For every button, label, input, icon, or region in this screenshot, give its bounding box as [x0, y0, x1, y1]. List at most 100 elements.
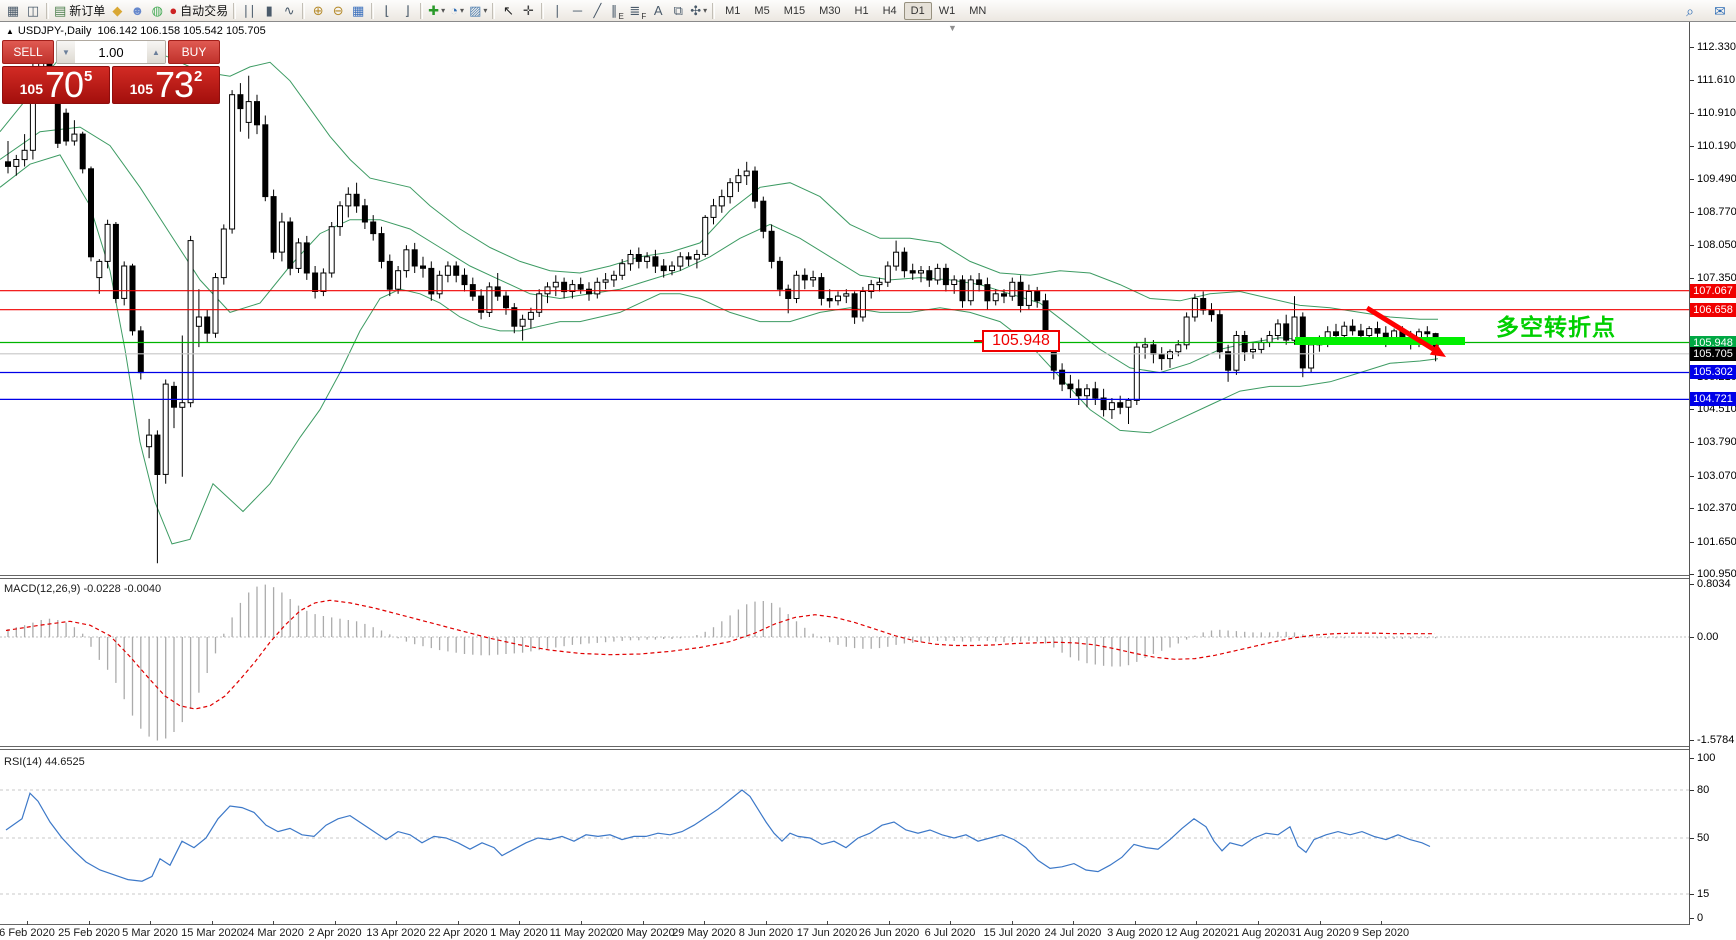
arrows-icon[interactable]: ✣▾ [688, 1, 709, 21]
chat-icon[interactable]: ✉ [1710, 1, 1730, 21]
annotation-text[interactable]: 多空转折点 [1496, 308, 1616, 342]
candle-body [246, 102, 251, 123]
candle-body [263, 125, 268, 197]
candle-body [271, 197, 276, 253]
candle-body [877, 282, 882, 284]
toolbar-separator [492, 3, 495, 19]
candle-body [910, 271, 915, 273]
chevron-down-icon[interactable]: ▾ [483, 6, 487, 15]
chart-shift-icon[interactable]: ▼ [948, 23, 957, 33]
bar-chart-icon[interactable]: ∣∣ [239, 1, 259, 21]
volume-input[interactable]: 1.00 [75, 41, 147, 63]
candle-body [1275, 324, 1280, 336]
timeframe-mn[interactable]: MN [962, 2, 993, 20]
candle-body [703, 217, 708, 254]
charts-grid-icon[interactable]: ▦ [3, 1, 23, 21]
timeframe-m30[interactable]: M30 [812, 2, 847, 20]
zoom-in-icon[interactable]: ⊕ [308, 1, 328, 21]
pane-separator[interactable] [0, 575, 1689, 576]
chevron-down-icon[interactable]: ▾ [460, 6, 464, 15]
timeframe-h4[interactable]: H4 [876, 2, 904, 20]
pane-separator[interactable] [0, 749, 1689, 750]
candle-body [993, 294, 998, 301]
candle-body [686, 257, 691, 259]
pane-separator[interactable] [0, 746, 1689, 747]
text-label-icon[interactable]: ⧉ [668, 1, 688, 21]
price-tick [1690, 574, 1694, 575]
arrows-icon: ✣ [690, 4, 701, 17]
candle-body [1309, 345, 1314, 368]
line-chart-icon[interactable]: ∿ [279, 1, 299, 21]
cascade-icon[interactable]: ⌋ [397, 1, 417, 21]
timeframe-h1[interactable]: H1 [848, 2, 876, 20]
auto-arrange-icon[interactable]: ⌊ [377, 1, 397, 21]
price-tick [1690, 212, 1694, 213]
macd-indicator-chart [0, 578, 1689, 746]
volume-increase-button[interactable]: ▲ [147, 41, 165, 63]
buy-button[interactable]: BUY [168, 40, 220, 64]
candlestick-chart-icon[interactable]: ▮ [259, 1, 279, 21]
sell-price-display[interactable]: 105705 [2, 66, 110, 104]
vertical-line-icon[interactable]: ∣ [547, 1, 567, 21]
cursor-icon: ↖ [503, 4, 514, 17]
candle-body [313, 273, 318, 292]
signal-icon[interactable]: ◍ [147, 1, 167, 21]
rsi-line [6, 790, 1430, 881]
main-price-chart [0, 22, 1689, 575]
candle-body [321, 273, 326, 292]
cursor-icon[interactable]: ↖ [498, 1, 518, 21]
crosshair-icon[interactable]: ✛ [518, 1, 538, 21]
new-chart-icon[interactable]: ✚▾ [426, 1, 447, 21]
timeframe-m1[interactable]: M1 [718, 2, 747, 20]
price-tick [1690, 80, 1694, 81]
time-axis-line [0, 924, 1689, 925]
templates-icon[interactable]: ▨▾ [467, 1, 489, 21]
metaeditor-icon[interactable]: ◆ [107, 1, 127, 21]
rsi-indicator-chart [0, 751, 1689, 924]
periods-icon[interactable]: ◔▾ [447, 1, 467, 21]
timeframe-m5[interactable]: M5 [747, 2, 776, 20]
toolbar-separator [712, 3, 715, 19]
price-label-box[interactable]: 105.948 [982, 330, 1060, 352]
timeframe-w1[interactable]: W1 [932, 2, 963, 20]
chevron-down-icon[interactable]: ▾ [441, 6, 445, 15]
price-badge-106.658: 106.658 [1690, 303, 1736, 317]
candle-body [1259, 343, 1264, 350]
zoom-out-icon[interactable]: ⊖ [328, 1, 348, 21]
horizontal-line-icon[interactable]: ─ [567, 1, 587, 21]
candle-body [1292, 317, 1297, 340]
candle-body [371, 222, 376, 234]
candle-body [221, 229, 226, 278]
autotrading-button[interactable]: ●自动交易 [167, 1, 230, 21]
timeframe-d1[interactable]: D1 [904, 2, 932, 20]
volume-stepper: ▼ 1.00 ▲ [56, 40, 166, 64]
search-icon[interactable]: ⌕ [1680, 1, 1700, 21]
fibonacci-icon[interactable]: ≣F [627, 1, 648, 21]
new-order-button[interactable]: ▤新订单 [52, 1, 107, 21]
candle-body [587, 289, 592, 294]
tile-windows-icon[interactable]: ▦ [348, 1, 368, 21]
publisher-icon[interactable]: ☻ [127, 1, 147, 21]
collapse-icon[interactable]: ▲ [6, 27, 14, 36]
candle-body [919, 271, 924, 273]
text-icon[interactable]: A [648, 1, 668, 21]
candle-body [6, 162, 11, 167]
market-watch-icon[interactable]: ◫ [23, 1, 43, 21]
support-zone-bar[interactable] [1295, 337, 1465, 345]
price-tick [1690, 113, 1694, 114]
signal-icon: ◍ [152, 4, 163, 17]
trendline-icon[interactable]: ╱ [587, 1, 607, 21]
volume-decrease-button[interactable]: ▼ [57, 41, 75, 63]
channel-icon[interactable]: ∥E [607, 1, 627, 21]
text-icon: A [654, 4, 663, 17]
buy-price-display[interactable]: 105732 [112, 66, 220, 104]
new-chart-icon: ✚ [428, 4, 439, 17]
price-tick [1690, 278, 1694, 279]
price-tick-label: 111.610 [1697, 74, 1735, 86]
chevron-down-icon[interactable]: ▾ [703, 6, 707, 15]
sell-button[interactable]: SELL [2, 40, 54, 64]
time-tick [581, 921, 582, 925]
pane-separator[interactable] [0, 578, 1689, 579]
price-tick [1690, 47, 1694, 48]
timeframe-m15[interactable]: M15 [777, 2, 812, 20]
